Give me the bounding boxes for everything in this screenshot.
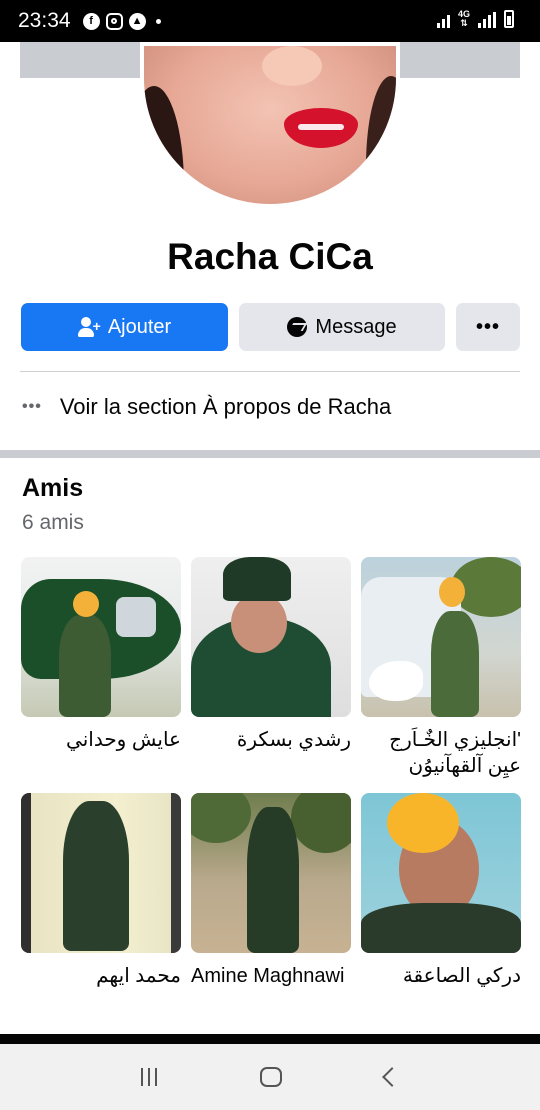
friend-card[interactable]: محمد ايهم [21, 793, 181, 989]
photo-soldier [63, 801, 129, 951]
about-section-link[interactable]: ••• Voir la section À propos de Racha [22, 394, 391, 420]
photo-soldier [431, 611, 479, 717]
about-label: Voir la section À propos de Racha [59, 394, 392, 419]
friend-name[interactable]: Amine Maghnawi [191, 963, 351, 989]
app-icon: ▲ [128, 12, 146, 30]
cover-photo-right[interactable] [398, 42, 520, 78]
notification-dot [155, 18, 161, 24]
friend-card[interactable]: رشدي بسكرة [191, 557, 351, 753]
instagram-icon [105, 12, 123, 30]
avatar-lips [284, 108, 358, 148]
profile-name: Racha CiCa [167, 236, 373, 277]
message-button[interactable]: Message [239, 303, 445, 351]
status-time: 23:34 [18, 9, 71, 32]
facebook-icon: f [82, 12, 100, 30]
friend-card[interactable]: 'انجليزي الخٌـاَرج عيِن آلقهآنيوُن [361, 557, 521, 779]
photo-emoji [387, 793, 459, 853]
friend-name[interactable]: عايش وحداني [21, 727, 181, 753]
friend-photo[interactable] [191, 557, 351, 717]
home-button[interactable] [259, 1067, 282, 1087]
friends-count: 6 amis [22, 511, 84, 534]
more-icon: ••• [475, 315, 500, 338]
battery-icon [504, 10, 514, 28]
friend-name[interactable]: رشدي بسكرة [191, 727, 351, 753]
add-friend-label: Ajouter [107, 315, 172, 338]
friend-card[interactable]: دركي الصاعقة [361, 793, 521, 989]
section-separator [0, 450, 540, 458]
friend-photo[interactable] [191, 793, 351, 953]
friend-photo[interactable] [361, 793, 521, 953]
cover-photo-left[interactable] [20, 42, 140, 78]
photo-cap [223, 557, 291, 601]
avatar-hair [144, 86, 184, 204]
back-button[interactable] [381, 1067, 402, 1087]
friends-title[interactable]: Amis [22, 474, 83, 503]
friend-name[interactable]: دركي الصاعقة [361, 963, 521, 989]
profile-picture[interactable] [140, 42, 400, 208]
photo-soldier [247, 807, 299, 953]
system-icons: 4G ⇅ [436, 9, 514, 28]
recent-apps-button[interactable] [141, 1068, 158, 1086]
system-nav-bar [0, 1044, 540, 1110]
add-friend-button[interactable]: + Ajouter [21, 303, 228, 351]
messenger-icon [287, 317, 308, 337]
photo-emoji [73, 591, 99, 617]
dots-icon: ••• [22, 398, 42, 415]
photo-tree [191, 793, 251, 843]
friend-photo[interactable] [21, 557, 181, 717]
friend-card[interactable]: Amine Maghnawi [191, 793, 351, 989]
photo-soldier [59, 615, 111, 717]
friend-name[interactable]: 'انجليزي الخٌـاَرج عيِن آلقهآنيوُن [361, 727, 521, 779]
photo-dove [369, 661, 423, 701]
friend-name[interactable]: محمد ايهم [21, 963, 181, 989]
avatar-hair [366, 76, 396, 204]
avatar-nose [262, 46, 322, 86]
divider [0, 1034, 540, 1044]
photo-face [231, 593, 287, 653]
cell-signal-icon [478, 12, 496, 28]
status-bar: 23:34 f ▲ 4G ⇅ [0, 0, 540, 42]
friend-photo[interactable] [361, 557, 521, 717]
photo-tree [291, 793, 351, 853]
wifi-signal-icon [436, 12, 450, 28]
notification-icons: f ▲ [82, 12, 161, 30]
more-options-button[interactable]: ••• [456, 303, 520, 351]
network-type: 4G ⇅ [457, 9, 470, 28]
add-friend-icon: + [77, 317, 101, 337]
friend-card[interactable]: عايش وحداني [21, 557, 181, 753]
message-label: Message [315, 315, 397, 338]
friend-photo[interactable] [21, 793, 181, 953]
photo-emoji [439, 577, 465, 607]
photo-soldier [361, 903, 521, 953]
divider [20, 371, 520, 372]
